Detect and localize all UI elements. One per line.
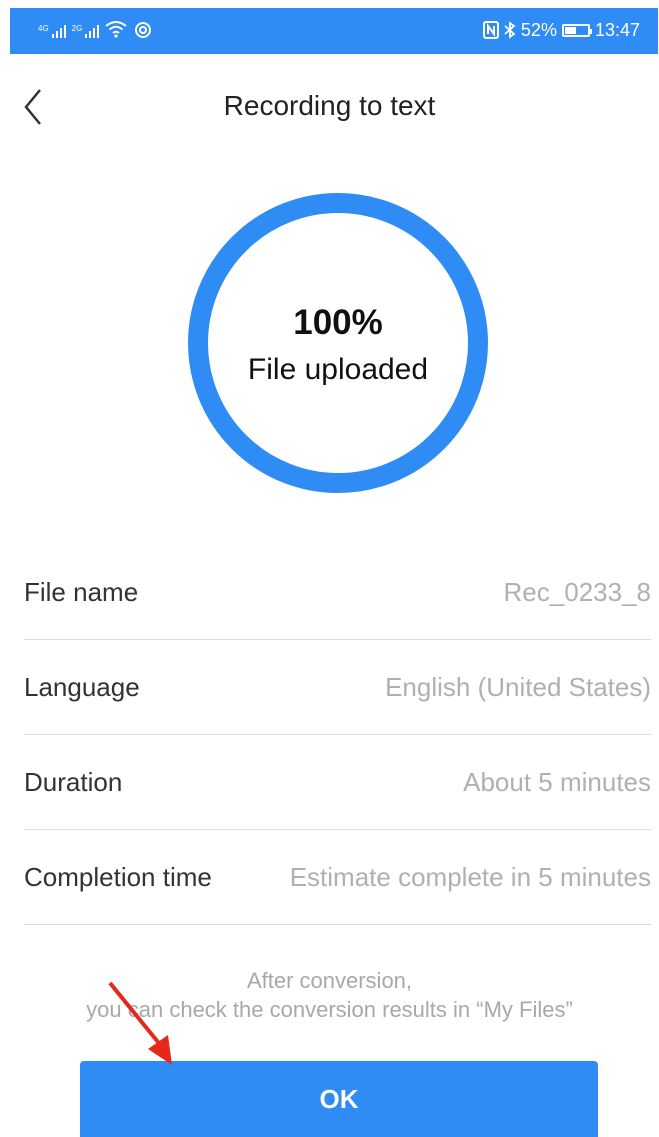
note-line-1: After conversion, bbox=[246, 968, 413, 993]
battery-fill bbox=[564, 26, 576, 34]
progress-ring bbox=[188, 193, 488, 493]
duration-label: Duration bbox=[24, 767, 123, 797]
battery-percent: 52% bbox=[520, 20, 557, 40]
file-name-label: File name bbox=[24, 577, 139, 607]
bluetooth-icon bbox=[504, 21, 516, 39]
signal-icon: 2G bbox=[72, 25, 100, 38]
signal-icon: 4G bbox=[38, 25, 66, 38]
status-bar: 4G 2G 52% 13:47 bbox=[10, 8, 658, 54]
completion-time-value: Estimate complete in 5 minutes bbox=[289, 862, 651, 892]
network-type-2: 2G bbox=[71, 24, 83, 33]
progress-percent: 100% bbox=[293, 303, 383, 342]
status-time: 13:47 bbox=[594, 20, 640, 40]
language-label: Language bbox=[24, 672, 140, 702]
battery-icon bbox=[561, 23, 592, 37]
language-value: English (United States) bbox=[385, 672, 651, 702]
file-name-row: File name Rec_0233_8 bbox=[24, 545, 651, 640]
file-name-value: Rec_0233_8 bbox=[503, 577, 651, 607]
hotspot-icon bbox=[135, 22, 152, 38]
note-line-2: you can check the conversion results in … bbox=[86, 997, 573, 1022]
duration-row: Duration About 5 minutes bbox=[24, 735, 651, 830]
completion-time-label: Completion time bbox=[24, 862, 212, 892]
progress-status: File uploaded bbox=[247, 353, 429, 386]
page-title: Recording to text bbox=[223, 90, 436, 121]
wifi-icon bbox=[105, 21, 127, 38]
status-left-icons: 4G 2G bbox=[38, 20, 153, 38]
completion-time-row: Completion time Estimate complete in 5 m… bbox=[24, 830, 651, 925]
duration-value: About 5 minutes bbox=[463, 767, 651, 797]
network-type-1: 4G bbox=[38, 24, 49, 33]
conversion-note: After conversion, you can check the conv… bbox=[0, 966, 659, 1024]
nfc-icon bbox=[482, 21, 499, 39]
ok-button[interactable]: OK bbox=[80, 1061, 598, 1137]
status-right-icons: 52% 13:47 bbox=[482, 19, 640, 41]
language-row: Language English (United States) bbox=[24, 640, 651, 735]
